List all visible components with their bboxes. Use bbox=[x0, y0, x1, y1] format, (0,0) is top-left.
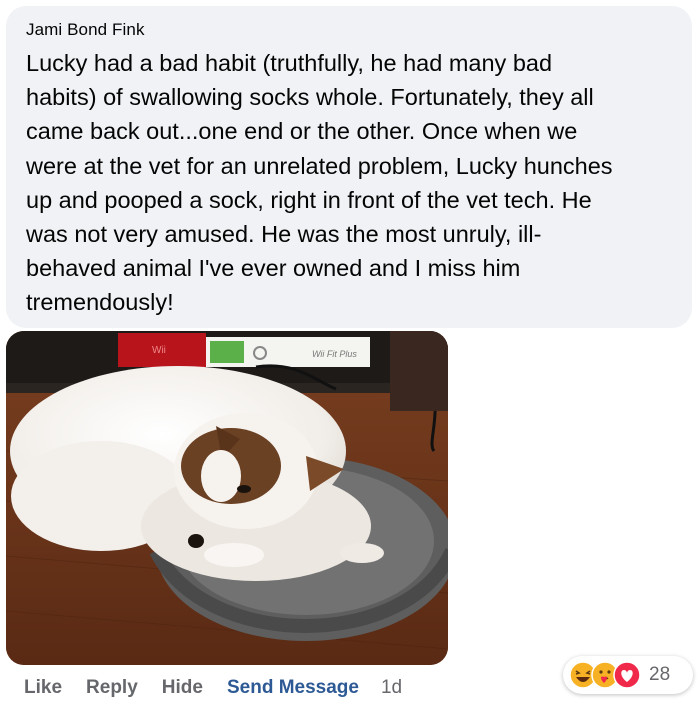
love-heart-icon bbox=[613, 661, 641, 689]
timestamp[interactable]: 1d bbox=[381, 677, 402, 699]
send-message-button[interactable]: Send Message bbox=[227, 677, 359, 699]
dog-paw bbox=[340, 543, 384, 563]
wii-box-label: Wii bbox=[152, 345, 166, 356]
comment-actions: Like Reply Hide Send Message 1d bbox=[24, 676, 426, 700]
dog-eye bbox=[237, 485, 251, 493]
dog-nose bbox=[188, 534, 204, 548]
comment-photo[interactable]: Wii Wii Fit Plus bbox=[6, 331, 448, 665]
comment-line: up and pooped a sock, right in front of … bbox=[26, 186, 592, 213]
wii-fit-box-label: Wii Fit Plus bbox=[312, 349, 357, 359]
dog-paw bbox=[204, 543, 264, 567]
reply-button[interactable]: Reply bbox=[86, 677, 138, 699]
hide-button[interactable]: Hide bbox=[162, 677, 203, 699]
comment-line: came back out...one end or the other. On… bbox=[26, 118, 578, 145]
comment-line: habits) of swallowing socks whole. Fortu… bbox=[26, 84, 594, 111]
reaction-count: 28 bbox=[649, 664, 671, 685]
comment-line: tremendously! bbox=[26, 289, 174, 316]
reactions-summary[interactable]: 28 bbox=[563, 656, 693, 694]
like-button[interactable]: Like bbox=[24, 677, 62, 699]
comment-line: Lucky had a bad habit (truthfully, he ha… bbox=[26, 50, 553, 76]
comment-bubble: Jami Bond Fink Lucky had a bad habit (tr… bbox=[6, 6, 692, 328]
comment-line: behaved animal I've ever owned and I mis… bbox=[26, 255, 521, 282]
dog-photo: Wii Wii Fit Plus bbox=[6, 331, 448, 665]
comment-text: Lucky had a bad habit (truthfully, he ha… bbox=[26, 46, 676, 320]
comment-line: were at the vet for an unrelated problem… bbox=[26, 152, 613, 179]
comment-line: was not very amused. He was the most unr… bbox=[26, 221, 542, 248]
comment-author[interactable]: Jami Bond Fink bbox=[26, 20, 676, 40]
